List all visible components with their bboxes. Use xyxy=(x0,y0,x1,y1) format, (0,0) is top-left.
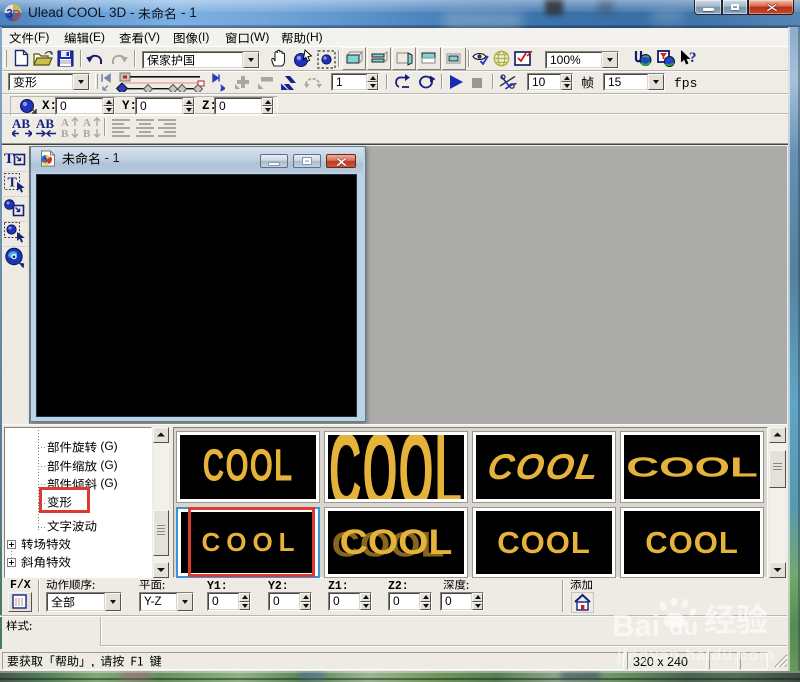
svg-text:T: T xyxy=(4,151,14,167)
svg-text:T: T xyxy=(8,176,18,191)
svg-text:3: 3 xyxy=(43,158,47,165)
svg-text:B: B xyxy=(83,128,91,138)
svg-text:D: D xyxy=(12,8,21,22)
svg-text:AB: AB xyxy=(36,117,54,131)
svg-text:B: B xyxy=(61,128,69,138)
svg-text:AB: AB xyxy=(12,117,30,131)
svg-text:?: ? xyxy=(689,50,697,66)
